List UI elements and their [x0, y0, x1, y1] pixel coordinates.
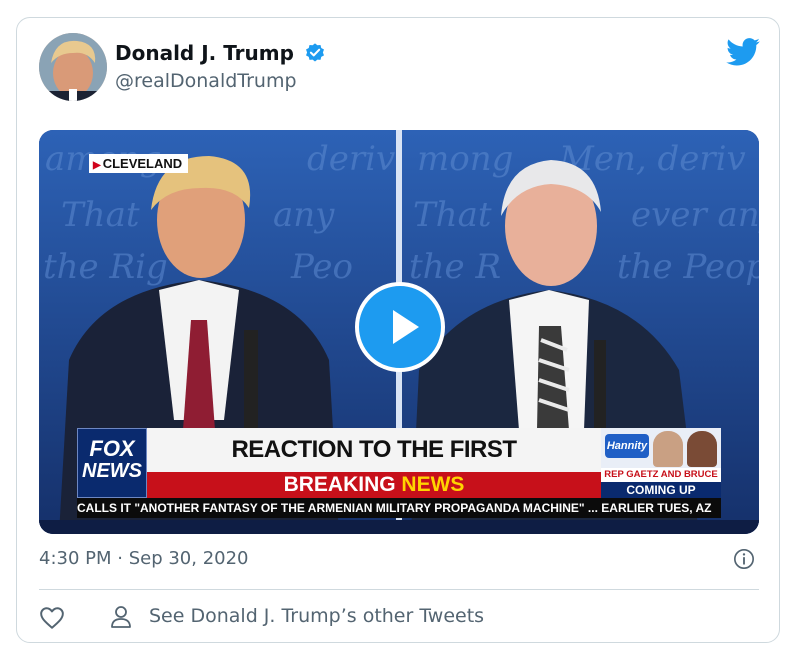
- svg-text:That: That: [61, 195, 140, 235]
- news-label: NEWS: [401, 473, 465, 496]
- svg-text:the Rig: the Rig: [43, 247, 168, 287]
- promo-status: COMING UP: [601, 482, 721, 498]
- guest-photo: [687, 431, 717, 467]
- see-other-tweets-link[interactable]: See Donald J. Trump’s other Tweets: [149, 605, 484, 627]
- breaking-news-bar: BREAKING NEWS: [147, 472, 601, 498]
- location-label: CLEVELAND: [102, 156, 183, 171]
- network-logo: FOX NEWS: [77, 428, 147, 498]
- tweet-card[interactable]: Donald J. Trump @realDonaldTrump amongde…: [16, 17, 780, 643]
- user-handle[interactable]: @realDonaldTrump: [115, 70, 297, 92]
- chyron-headline: REACTION TO THE FIRST PRESIDENTIAL DEBAT…: [147, 428, 601, 507]
- verified-badge-icon: [306, 43, 324, 62]
- twitter-bird-icon[interactable]: [726, 38, 760, 66]
- svg-text:Men, deriv: Men, deriv: [558, 139, 746, 179]
- svg-text:mong: mong: [417, 139, 513, 179]
- guest-photo: [653, 431, 683, 467]
- svg-text:the Peop: the Peop: [617, 247, 759, 287]
- promo-guests: REP GAETZ AND BRUCE: [601, 468, 721, 482]
- video-player[interactable]: amongderiv Thatany the RigPeo mongMen, d…: [39, 130, 759, 534]
- tweet-timestamp[interactable]: 4:30 PM · Sep 30, 2020: [39, 548, 249, 569]
- heart-icon[interactable]: [39, 606, 65, 630]
- show-logo: Hannity: [605, 434, 649, 458]
- location-arrow-icon: ▶: [93, 160, 101, 171]
- svg-text:ever any: ever any: [631, 195, 759, 235]
- show-promo: Hannity REP GAETZ AND BRUCE COMING UP: [601, 428, 721, 498]
- avatar[interactable]: [39, 33, 107, 101]
- display-name[interactable]: Donald J. Trump: [115, 41, 294, 65]
- svg-text:deriv: deriv: [307, 139, 395, 179]
- network-logo-top: FOX: [89, 436, 135, 461]
- person-icon: [111, 606, 131, 628]
- network-logo-bottom: NEWS: [82, 460, 142, 482]
- play-icon[interactable]: [355, 282, 445, 372]
- svg-text:any: any: [273, 195, 335, 235]
- info-icon[interactable]: [733, 548, 755, 570]
- svg-text:Peo: Peo: [290, 247, 353, 287]
- divider: [39, 589, 759, 590]
- location-tag: ▶ CLEVELAND: [89, 154, 189, 173]
- news-ticker: CALLS IT "ANOTHER FANTASY OF THE ARMENIA…: [77, 498, 721, 518]
- breaking-label: BREAKING: [283, 473, 396, 496]
- svg-text:the R: the R: [409, 247, 501, 287]
- svg-text:That: That: [413, 195, 492, 235]
